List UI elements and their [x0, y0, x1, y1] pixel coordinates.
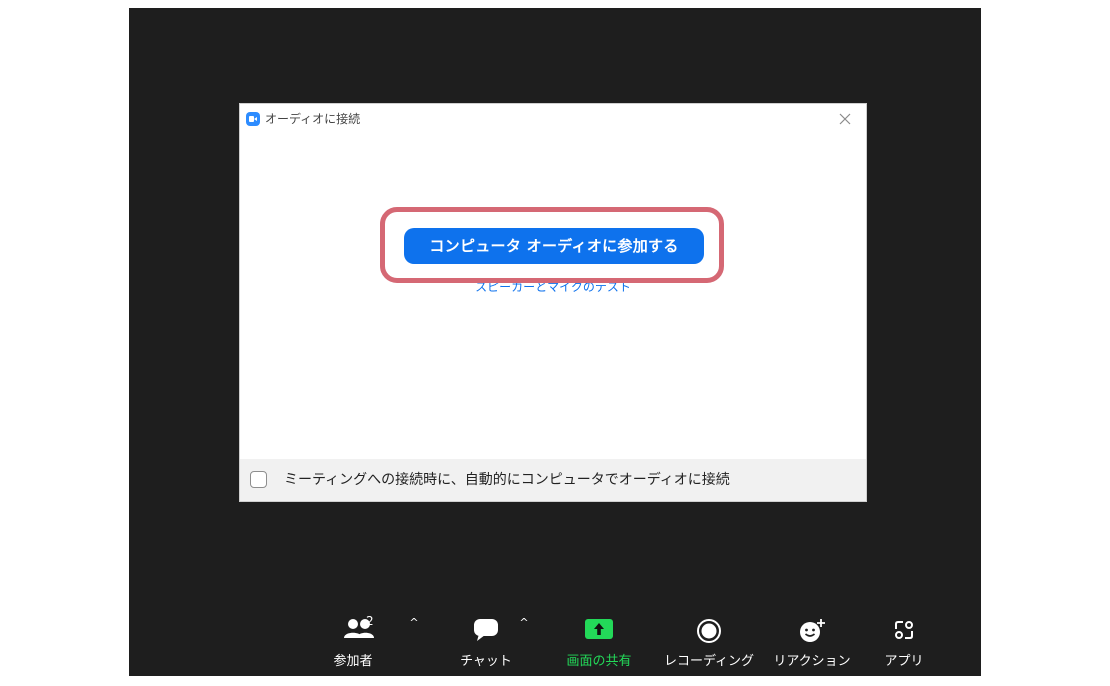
participants-button[interactable]: 2 参加者	[318, 612, 388, 674]
meeting-window: オーディオに接続 コンピュータ オーディオに参加する スピーカーとマイクのテスト…	[129, 8, 981, 676]
dialog-titlebar: オーディオに接続	[240, 104, 866, 134]
apps-label: アプリ	[884, 654, 924, 669]
chat-icon	[473, 618, 499, 646]
chat-chevron-up-icon[interactable]: ^	[517, 616, 531, 630]
share-screen-button[interactable]: 画面の共有	[554, 612, 644, 674]
apps-button[interactable]: アプリ	[874, 612, 934, 674]
reactions-button[interactable]: リアクション	[767, 612, 857, 674]
participants-count: 2	[366, 614, 374, 628]
dialog-footer: ミーティングへの接続時に、自動的にコンピュータでオーディオに接続	[240, 459, 866, 501]
recording-button[interactable]: レコーディング	[659, 612, 759, 674]
highlight-frame	[380, 207, 724, 283]
chat-label: チャット	[460, 654, 512, 669]
auto-join-checkbox[interactable]	[250, 471, 267, 488]
reaction-smiley-icon	[798, 618, 826, 648]
audio-dialog: オーディオに接続 コンピュータ オーディオに参加する スピーカーとマイクのテスト…	[240, 104, 866, 501]
close-icon[interactable]	[837, 111, 853, 127]
zoom-logo-icon	[246, 112, 260, 126]
share-screen-label: 画面の共有	[566, 654, 632, 669]
record-icon	[696, 618, 722, 648]
auto-join-label: ミーティングへの接続時に、自動的にコンピュータでオーディオに接続	[284, 472, 730, 488]
recording-label: レコーディング	[663, 654, 755, 669]
dialog-title: オーディオに接続	[265, 112, 361, 126]
apps-icon	[892, 618, 916, 646]
reactions-label: リアクション	[773, 654, 851, 669]
participants-label: 参加者	[333, 654, 373, 669]
participants-chevron-up-icon[interactable]: ^	[407, 616, 421, 630]
chat-button[interactable]: チャット	[451, 612, 521, 674]
share-screen-icon	[585, 618, 613, 644]
